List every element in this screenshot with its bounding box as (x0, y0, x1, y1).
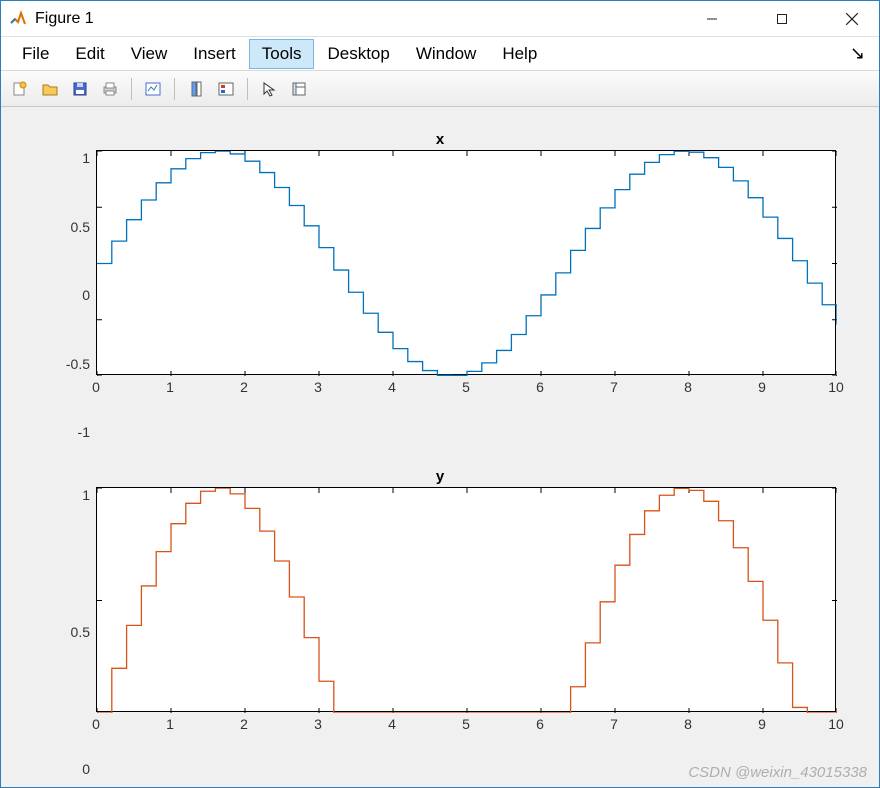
insert-legend-button[interactable] (213, 76, 239, 102)
menu-desktop[interactable]: Desktop (314, 39, 402, 69)
subplot-1: x 10.50-0.5-1 012345678910 (9, 131, 871, 440)
menu-dock-icon[interactable]: ↘ (850, 43, 871, 64)
menubar: File Edit View Insert Tools Desktop Wind… (1, 37, 879, 71)
subplot-2-axes[interactable] (96, 487, 836, 712)
subplot-1-xticks: 012345678910 (96, 375, 836, 395)
subplot-2-xticks: 012345678910 (96, 712, 836, 732)
toolbar-separator (131, 78, 132, 100)
matlab-icon (9, 10, 27, 28)
menu-view[interactable]: View (118, 39, 181, 69)
menu-insert[interactable]: Insert (180, 39, 249, 69)
subplot-1-axes[interactable] (96, 150, 836, 375)
property-inspector-button[interactable] (286, 76, 312, 102)
print-button[interactable] (97, 76, 123, 102)
figure-window: Figure 1 File Edit View Insert Tools Des… (0, 0, 880, 788)
window-title: Figure 1 (35, 10, 94, 28)
menu-file[interactable]: File (9, 39, 62, 69)
subplot-2-yticks: 10.50 (44, 487, 96, 777)
menu-help[interactable]: Help (489, 39, 550, 69)
toolbar (1, 71, 879, 107)
titlebar: Figure 1 (1, 1, 879, 37)
toolbar-separator (247, 78, 248, 100)
menu-edit[interactable]: Edit (62, 39, 117, 69)
new-figure-button[interactable] (7, 76, 33, 102)
open-file-button[interactable] (37, 76, 63, 102)
minimize-button[interactable] (689, 4, 735, 34)
edit-plot-cursor-button[interactable] (256, 76, 282, 102)
save-button[interactable] (67, 76, 93, 102)
toolbar-separator (174, 78, 175, 100)
maximize-button[interactable] (759, 4, 805, 34)
subplot-1-title: x (436, 131, 444, 148)
close-button[interactable] (829, 4, 875, 34)
figure-area: x 10.50-0.5-1 012345678910 y (1, 107, 879, 787)
subplot-1-yticks: 10.50-0.5-1 (44, 150, 96, 440)
subplot-2: y 10.50 012345678910 (9, 468, 871, 777)
insert-colorbar-button[interactable] (183, 76, 209, 102)
link-plot-button[interactable] (140, 76, 166, 102)
menu-tools[interactable]: Tools (249, 39, 315, 69)
menu-window[interactable]: Window (403, 39, 489, 69)
subplot-2-title: y (436, 468, 444, 485)
